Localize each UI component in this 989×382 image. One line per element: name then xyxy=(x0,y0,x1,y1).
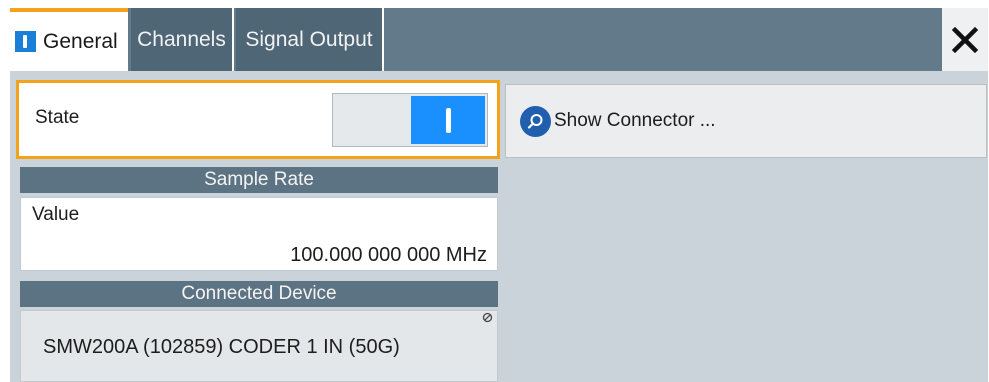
show-connector-button[interactable]: Show Connector ... xyxy=(505,84,987,158)
dialog: General Channels Signal Output State Sho… xyxy=(0,0,989,382)
tab-general-label: General xyxy=(43,29,118,53)
tab-bar: General Channels Signal Output xyxy=(10,8,988,71)
state-toggle[interactable] xyxy=(332,93,488,147)
close-icon xyxy=(951,26,979,53)
sample-rate-header: Sample Rate xyxy=(20,167,498,193)
state-row: State xyxy=(16,80,500,159)
tab-channels[interactable]: Channels xyxy=(131,8,234,71)
connected-device-value: SMW200A (102859) CODER 1 IN (50G) xyxy=(43,336,400,358)
state-label: State xyxy=(35,107,80,128)
state-on-indicator-icon xyxy=(15,31,36,52)
show-connector-label: Show Connector ... xyxy=(554,110,716,131)
toggle-on-knob xyxy=(411,96,485,144)
sample-rate-value-field[interactable]: Value 100.000 000 000 MHz xyxy=(20,197,498,271)
tab-channels-label: Channels xyxy=(137,27,226,51)
connected-device-field: SMW200A (102859) CODER 1 IN (50G) xyxy=(20,310,498,382)
sample-rate-value: 100.000 000 000 MHz xyxy=(290,244,487,266)
close-button[interactable] xyxy=(942,8,988,71)
tab-signal-output-label: Signal Output xyxy=(245,27,373,51)
read-only-icon xyxy=(482,312,493,323)
tab-signal-output[interactable]: Signal Output xyxy=(236,8,384,71)
general-panel: State Show Connector ... Sample Rate Val… xyxy=(10,71,988,382)
tab-general[interactable]: General xyxy=(10,8,128,71)
sample-rate-value-label: Value xyxy=(32,204,80,225)
connected-device-header: Connected Device xyxy=(20,281,498,307)
magnifier-icon xyxy=(520,105,551,137)
